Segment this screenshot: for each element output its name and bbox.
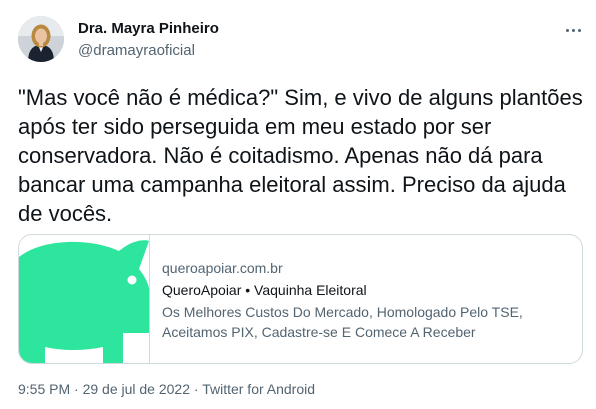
author-name[interactable]: Dra. Mayra Pinheiro (78, 20, 219, 37)
piggy-bank-icon (19, 240, 150, 363)
more-options-icon[interactable] (560, 20, 586, 40)
tweet-metadata[interactable]: 9:55 PM · 29 de jul de 2022 · Twitter fo… (18, 381, 315, 397)
link-card[interactable]: queroapoiar.com.br QueroApoiar • Vaquinh… (18, 234, 583, 364)
tweet-text: "Mas você não é médica?" Sim, e vivo de … (18, 85, 583, 226)
link-card-domain: queroapoiar.com.br (162, 260, 283, 276)
link-card-image (19, 235, 150, 363)
link-card-body: queroapoiar.com.br QueroApoiar • Vaquinh… (162, 259, 572, 342)
link-card-description: Os Melhores Custos Do Mercado, Homologad… (162, 304, 523, 340)
link-card-title: QueroApoiar • Vaquinha Eleitoral (162, 282, 367, 298)
author-handle[interactable]: @dramayraoficial (78, 42, 195, 59)
profile-photo-icon (18, 16, 64, 62)
tweet: Dra. Mayra Pinheiro @dramayraoficial "Ma… (0, 0, 596, 409)
avatar[interactable] (18, 16, 64, 62)
